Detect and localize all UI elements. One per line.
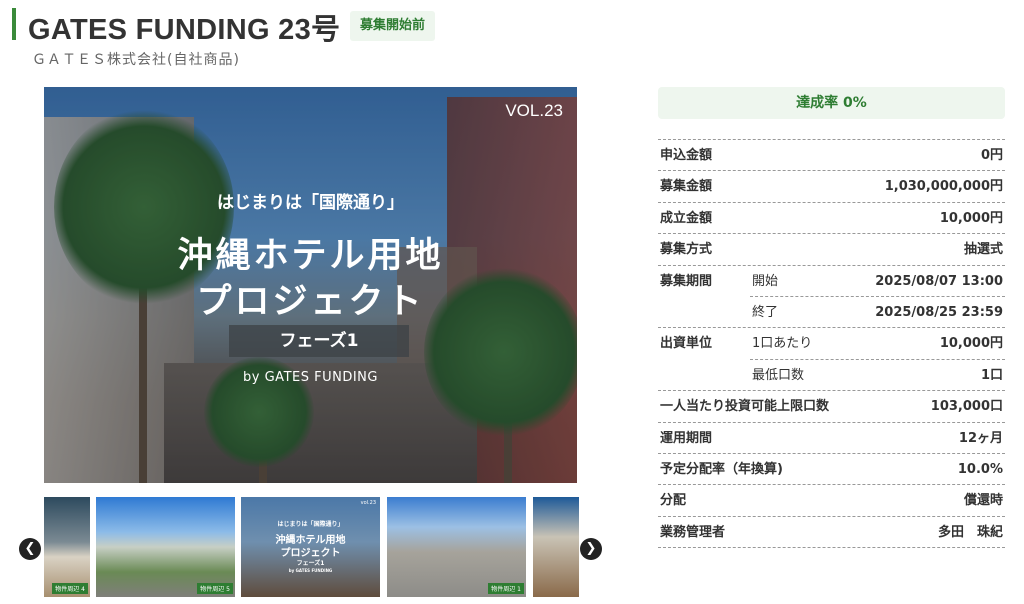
row-label: 募集方式 — [660, 242, 713, 258]
row-value: 10,000円 — [939, 336, 1003, 352]
row-label: 出資単位 — [660, 336, 713, 352]
thumbnail-volume: vol.23 — [360, 500, 376, 506]
page-title: GATES FUNDING 23号 — [28, 14, 341, 46]
row-sublabel: 1口あたり — [752, 336, 813, 352]
thumbnail-phase: フェーズ1 — [296, 560, 325, 567]
thumbnail-subtitle: はじまりは「国際通り」 — [277, 521, 344, 528]
row-value: 0円 — [980, 148, 1003, 163]
thumbnail-5[interactable] — [533, 497, 579, 597]
thumbnail-tag: 物件周辺 4 — [52, 583, 88, 594]
thumbnail-headline-2: プロジェクト — [280, 548, 341, 559]
thumbnail-carousel: 物件周辺 4 物件周辺 5 vol.23 はじまりは「国際通り」 沖縄ホテル用地… — [0, 497, 610, 597]
row-value: 抽選式 — [963, 242, 1003, 258]
row-label: 一人当たり投資可能上限口数 — [660, 399, 830, 415]
row-value: 2025/08/25 23:59 — [875, 304, 1003, 320]
row-label: 運用期間 — [660, 430, 713, 446]
fund-details-table: 申込金額 0円 募集金額 1,030,000,000円 成立金額 10,000円… — [658, 139, 1005, 549]
table-row: 出資単位 1口あたり 10,000円 — [658, 328, 1005, 360]
row-value: 10,000円 — [939, 210, 1003, 226]
table-row: 業務管理者 多田 珠紀 — [658, 517, 1005, 549]
table-row: 申込金額 0円 — [658, 140, 1005, 172]
row-label: 分配 — [660, 493, 687, 509]
row-value: 多田 珠紀 — [937, 524, 1003, 540]
chevron-left-icon[interactable]: ❮ — [19, 538, 41, 560]
image-subtitle: はじまりは「国際通り」 — [217, 193, 404, 213]
row-value: 103,000口 — [930, 399, 1003, 415]
achievement-rate: 達成率 0% — [658, 87, 1005, 119]
thumbnail-tag: 物件周辺 1 — [488, 583, 524, 594]
thumbnail-2[interactable]: 物件周辺 5 — [96, 497, 235, 597]
row-value: 償還時 — [963, 493, 1003, 509]
row-label: 成立金額 — [660, 210, 713, 226]
row-sublabel: 終了 — [752, 304, 779, 320]
table-row: 募集方式 抽選式 — [658, 234, 1005, 266]
table-row: 募集期間 開始 2025/08/07 13:00 — [658, 266, 1005, 297]
thumbnail-byline: by GATES FUNDING — [288, 568, 333, 573]
thumbnail-4[interactable]: 物件周辺 1 — [387, 497, 526, 597]
thumbnail-1[interactable]: 物件周辺 4 — [44, 497, 90, 597]
image-headline-2: プロジェクト — [196, 282, 425, 322]
row-label: 業務管理者 — [660, 524, 726, 540]
row-label: 募集期間 — [660, 273, 713, 289]
thumbnail-3[interactable]: vol.23 はじまりは「国際通り」 沖縄ホテル用地 プロジェクト フェーズ1 … — [241, 497, 380, 597]
main-project-image: VOL.23 はじまりは「国際通り」 沖縄ホテル用地 プロジェクト フェーズ1 … — [44, 87, 577, 483]
row-value: 2025/08/07 13:00 — [875, 273, 1003, 289]
table-row: 予定分配率（年換算) 10.0% — [658, 454, 1005, 486]
thumbnail-tag: 物件周辺 5 — [197, 583, 233, 594]
image-headline-1: 沖縄ホテル用地 — [177, 236, 444, 276]
row-value: 10.0% — [957, 461, 1003, 477]
row-sublabel: 開始 — [752, 273, 779, 289]
table-row: 最低口数 1口 — [658, 360, 1005, 392]
chevron-right-icon[interactable]: ❯ — [580, 538, 602, 560]
row-value: 1口 — [980, 367, 1003, 383]
row-value: 12ヶ月 — [958, 430, 1003, 446]
table-row: 分配 償還時 — [658, 485, 1005, 517]
row-sublabel: 最低口数 — [752, 367, 805, 383]
table-row: 運用期間 12ヶ月 — [658, 423, 1005, 454]
row-label: 申込金額 — [660, 148, 713, 163]
status-badge: 募集開始前 — [350, 11, 436, 41]
title-accent-bar — [12, 8, 16, 40]
image-byline: by GATES FUNDING — [243, 370, 378, 385]
table-row: 終了 2025/08/25 23:59 — [658, 297, 1005, 329]
volume-label: VOL.23 — [505, 101, 563, 120]
table-row: 募集金額 1,030,000,000円 — [658, 171, 1005, 203]
row-label: 予定分配率（年換算) — [660, 461, 783, 477]
row-label: 募集金額 — [660, 179, 713, 195]
row-value: 1,030,000,000円 — [884, 179, 1003, 195]
company-name: ＧＡＴＥＳ株式会社(自社商品) — [32, 52, 240, 68]
phase-label: フェーズ1 — [229, 325, 409, 357]
table-row: 一人当たり投資可能上限口数 103,000口 — [658, 391, 1005, 423]
table-row: 成立金額 10,000円 — [658, 203, 1005, 235]
